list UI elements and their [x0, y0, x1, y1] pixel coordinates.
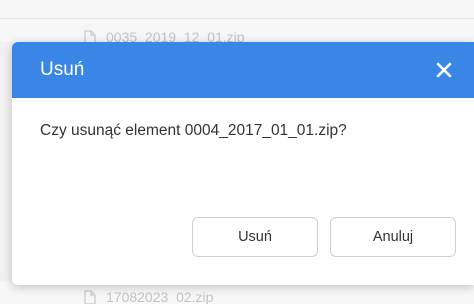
dialog-body: Czy usunąć element 0004_2017_01_01.zip?	[12, 98, 474, 216]
close-button[interactable]	[432, 58, 456, 82]
list-item[interactable]: 17082023_02.zip	[84, 282, 213, 304]
dialog-title: Usuń	[40, 59, 85, 80]
file-name: 17082023_02.zip	[106, 289, 214, 304]
dialog-message: Czy usunąć element 0004_2017_01_01.zip?	[40, 122, 347, 139]
close-icon	[436, 62, 452, 78]
file-icon	[84, 289, 96, 304]
background-bottom-area	[0, 282, 474, 304]
dialog-header: Usuń	[12, 42, 474, 98]
delete-dialog: Usuń Czy usunąć element 0004_2017_01_01.…	[12, 42, 474, 285]
cancel-button[interactable]: Anuluj	[330, 217, 456, 257]
background-divider	[0, 18, 474, 19]
dialog-footer: Usuń Anuluj	[192, 217, 456, 257]
page: 0035_2019_12_01.zip 17082023_02.zip Usuń…	[0, 0, 474, 304]
confirm-delete-button[interactable]: Usuń	[192, 217, 318, 257]
